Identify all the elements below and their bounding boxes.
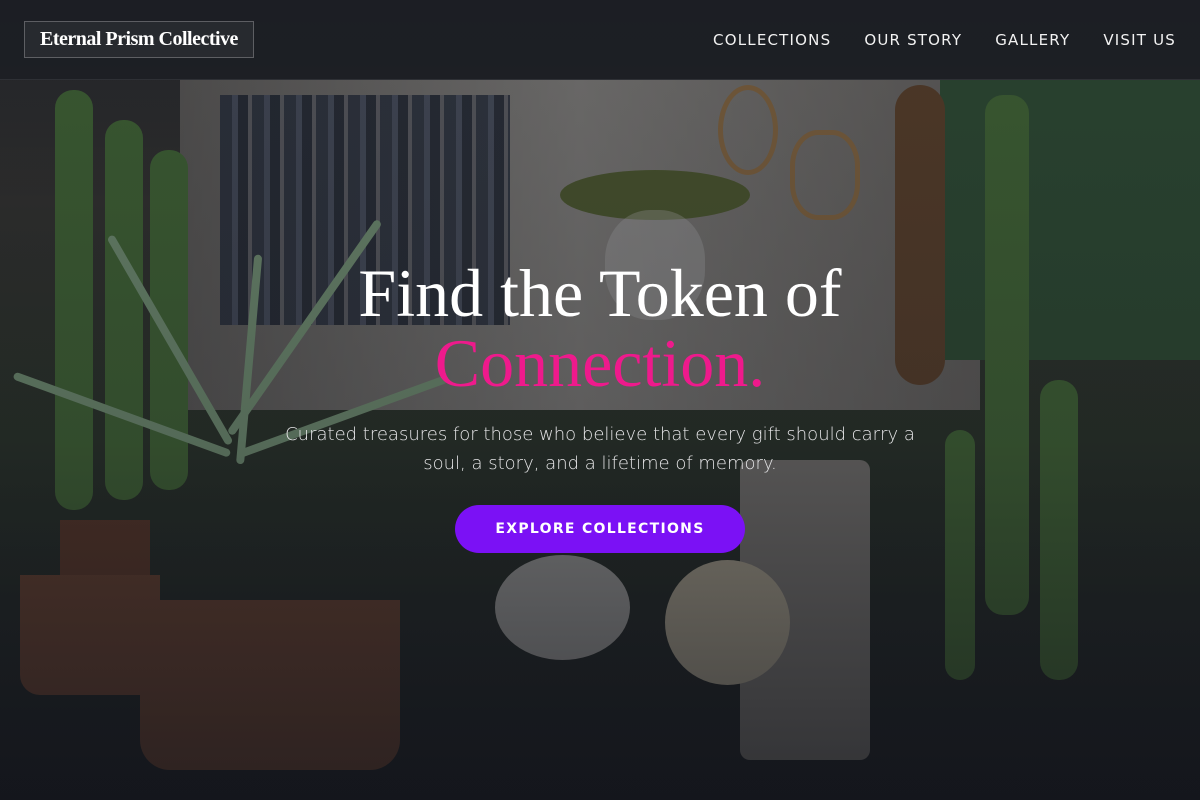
nav-link-gallery[interactable]: GALLERY — [995, 31, 1070, 49]
nav-link-collections[interactable]: COLLECTIONS — [713, 31, 831, 49]
headline-accent: Connection. — [434, 325, 766, 401]
headline-line: Find the Token of — [358, 255, 842, 331]
hero-headline: Find the Token of Connection. — [0, 258, 1200, 398]
explore-collections-button[interactable]: EXPLORE COLLECTIONS — [455, 505, 745, 553]
top-navigation-bar: Eternal Prism Collective COLLECTIONS OUR… — [0, 0, 1200, 80]
hero-content: Find the Token of Connection. Curated tr… — [0, 258, 1200, 553]
brand-logo[interactable]: Eternal Prism Collective — [24, 21, 254, 58]
hero-section: Find the Token of Connection. Curated tr… — [0, 0, 1200, 800]
nav-links: COLLECTIONS OUR STORY GALLERY VISIT US — [713, 31, 1176, 49]
nav-link-our-story[interactable]: OUR STORY — [864, 31, 962, 49]
hero-subtitle: Curated treasures for those who believe … — [285, 424, 915, 474]
nav-link-visit-us[interactable]: VISIT US — [1103, 31, 1176, 49]
